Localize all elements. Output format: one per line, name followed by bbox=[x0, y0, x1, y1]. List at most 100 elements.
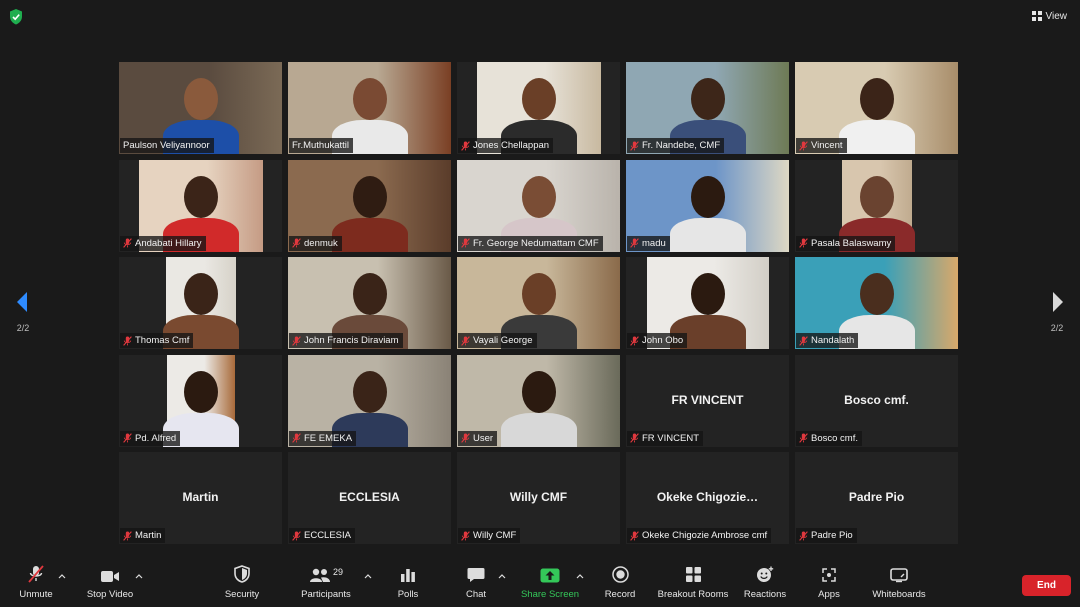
participant-tile[interactable]: denmuk bbox=[288, 159, 451, 252]
whiteboards-button[interactable]: Whiteboards bbox=[870, 563, 928, 607]
muted-mic-icon bbox=[123, 238, 132, 248]
chat-button[interactable]: Chat bbox=[463, 563, 489, 607]
participant-tile[interactable]: Pd. Alfred bbox=[119, 354, 282, 447]
participant-name-label: Fr. George Nedumattam CMF bbox=[458, 235, 603, 251]
participants-options-caret-icon[interactable] bbox=[364, 573, 372, 579]
gallery-view: Paulson Veliyannoor Fr.Muthukattil Jones C… bbox=[119, 62, 962, 544]
participant-tile[interactable]: Nandalath bbox=[795, 257, 958, 349]
participant-tile[interactable]: John Obo bbox=[626, 257, 789, 349]
participant-name: Willy CMF bbox=[473, 530, 517, 541]
participant-name-label: Vayali George bbox=[458, 333, 537, 348]
participant-tile[interactable]: FE EMEKA bbox=[288, 354, 451, 447]
shield-icon[interactable] bbox=[9, 9, 23, 25]
breakout-rooms-button[interactable]: Breakout Rooms bbox=[657, 563, 729, 607]
participant-name: John Obo bbox=[642, 335, 684, 346]
audio-options-caret-icon[interactable] bbox=[58, 573, 66, 579]
participant-tile[interactable]: Bosco cmf. Bosco cmf. bbox=[795, 354, 958, 447]
participants-button[interactable]: 29 Participants bbox=[298, 563, 354, 607]
participants-count: 29 bbox=[332, 567, 343, 577]
participant-name: Thomas Cmf bbox=[135, 335, 190, 346]
participant-name-label: denmuk bbox=[289, 235, 342, 251]
participant-tile[interactable]: Thomas Cmf bbox=[119, 257, 282, 349]
participant-name: Vayali George bbox=[473, 335, 533, 346]
reactions-button[interactable]: Reactions bbox=[743, 563, 787, 607]
polls-button[interactable]: Polls bbox=[394, 563, 422, 607]
muted-microphone-icon bbox=[28, 565, 44, 583]
participant-name: Martin bbox=[135, 530, 162, 541]
apps-label: Apps bbox=[818, 589, 840, 600]
page-indicator-right: 2/2 bbox=[1050, 323, 1064, 333]
participant-tile[interactable]: Paulson Veliyannoor bbox=[119, 62, 282, 154]
record-icon bbox=[611, 566, 629, 583]
participant-display-name: Bosco cmf. bbox=[844, 392, 909, 407]
participant-tile[interactable]: Fr.Muthukattil bbox=[288, 62, 451, 154]
participant-name: Nandalath bbox=[811, 335, 855, 346]
participant-name-label: Padre Pio bbox=[796, 528, 857, 543]
participant-name: madu bbox=[642, 237, 666, 249]
participant-name: FE EMEKA bbox=[304, 432, 353, 444]
participant-name-label: John Francis Diraviam bbox=[289, 333, 403, 348]
participant-tile[interactable]: Okeke Chigozie… Okeke Chigozie Ambrose cm… bbox=[626, 452, 789, 544]
participant-display-name: Okeke Chigozie… bbox=[656, 490, 759, 504]
participant-tile[interactable]: Vayali George bbox=[457, 257, 620, 349]
participant-tile[interactable]: FR VINCENT FR VINCENT bbox=[626, 354, 789, 447]
page-indicator-left: 2/2 bbox=[16, 323, 30, 333]
participant-display-name: Willy CMF bbox=[509, 490, 568, 504]
security-button[interactable]: Security bbox=[222, 563, 262, 607]
share-options-caret-icon[interactable] bbox=[576, 573, 584, 579]
muted-mic-icon bbox=[123, 335, 132, 346]
end-meeting-button[interactable]: End bbox=[1022, 575, 1071, 596]
meeting-toolbar: Unmute Stop Video Security 29 Participan… bbox=[0, 563, 1080, 607]
participant-tile[interactable]: John Francis Diraviam bbox=[288, 257, 451, 349]
muted-mic-icon bbox=[799, 335, 808, 346]
video-options-caret-icon[interactable] bbox=[135, 573, 143, 579]
participant-tile[interactable]: Martin Martin bbox=[119, 452, 282, 544]
security-label: Security bbox=[224, 589, 260, 600]
next-page-arrow[interactable] bbox=[1050, 290, 1066, 314]
share-screen-label: Share Screen bbox=[520, 589, 580, 600]
reactions-label: Reactions bbox=[743, 589, 787, 600]
participant-tile[interactable]: ECCLESIA ECCLESIA bbox=[288, 452, 451, 544]
participant-tile[interactable]: User bbox=[457, 354, 620, 447]
participant-tile[interactable]: Padre Pio Padre Pio bbox=[795, 452, 958, 544]
polls-bar-chart-icon bbox=[401, 569, 415, 582]
participant-tile[interactable]: Pasala Balaswamy bbox=[795, 159, 958, 252]
participant-tile[interactable]: Fr. Nandebe, CMF bbox=[626, 62, 789, 154]
record-button[interactable]: Record bbox=[603, 563, 637, 607]
muted-mic-icon bbox=[461, 433, 470, 443]
participant-tile[interactable]: Vincent bbox=[795, 62, 958, 154]
muted-mic-icon bbox=[799, 530, 808, 541]
muted-mic-icon bbox=[461, 140, 470, 151]
apps-button[interactable]: Apps bbox=[815, 563, 843, 607]
participant-name-label: Thomas Cmf bbox=[120, 333, 194, 348]
security-shield-icon bbox=[234, 565, 250, 583]
top-bar: View bbox=[0, 0, 1080, 34]
view-button[interactable]: View bbox=[1029, 7, 1071, 25]
stop-video-button[interactable]: Stop Video bbox=[84, 563, 136, 607]
participants-icon bbox=[309, 568, 330, 582]
participant-name: John Francis Diraviam bbox=[304, 335, 399, 346]
muted-mic-icon bbox=[461, 530, 470, 541]
participant-name: Fr. George Nedumattam CMF bbox=[473, 237, 599, 249]
participant-name-label: Bosco cmf. bbox=[796, 430, 862, 446]
share-screen-button[interactable]: Share Screen bbox=[520, 563, 580, 607]
muted-mic-icon bbox=[630, 238, 639, 248]
previous-page-arrow[interactable] bbox=[14, 290, 30, 314]
participant-name-label: John Obo bbox=[627, 333, 688, 348]
participant-name: Fr.Muthukattil bbox=[292, 140, 350, 151]
participant-tile[interactable]: Fr. George Nedumattam CMF bbox=[457, 159, 620, 252]
participant-tile[interactable]: Willy CMF Willy CMF bbox=[457, 452, 620, 544]
participant-name: denmuk bbox=[304, 237, 338, 249]
participant-name-label: Fr. Nandebe, CMF bbox=[627, 138, 725, 153]
unmute-button[interactable]: Unmute bbox=[18, 563, 54, 607]
participant-name-label: Jones Chellappan bbox=[458, 138, 554, 153]
stop-video-label: Stop Video bbox=[86, 589, 134, 600]
chat-options-caret-icon[interactable] bbox=[498, 573, 506, 579]
participant-tile[interactable]: madu bbox=[626, 159, 789, 252]
participant-tile[interactable]: Andabati Hillary bbox=[119, 159, 282, 252]
muted-mic-icon bbox=[123, 433, 132, 443]
participant-name-label: Paulson Veliyannoor bbox=[120, 138, 214, 153]
record-label: Record bbox=[604, 589, 636, 600]
unmute-label: Unmute bbox=[19, 589, 53, 600]
participant-tile[interactable]: Jones Chellappan bbox=[457, 62, 620, 154]
